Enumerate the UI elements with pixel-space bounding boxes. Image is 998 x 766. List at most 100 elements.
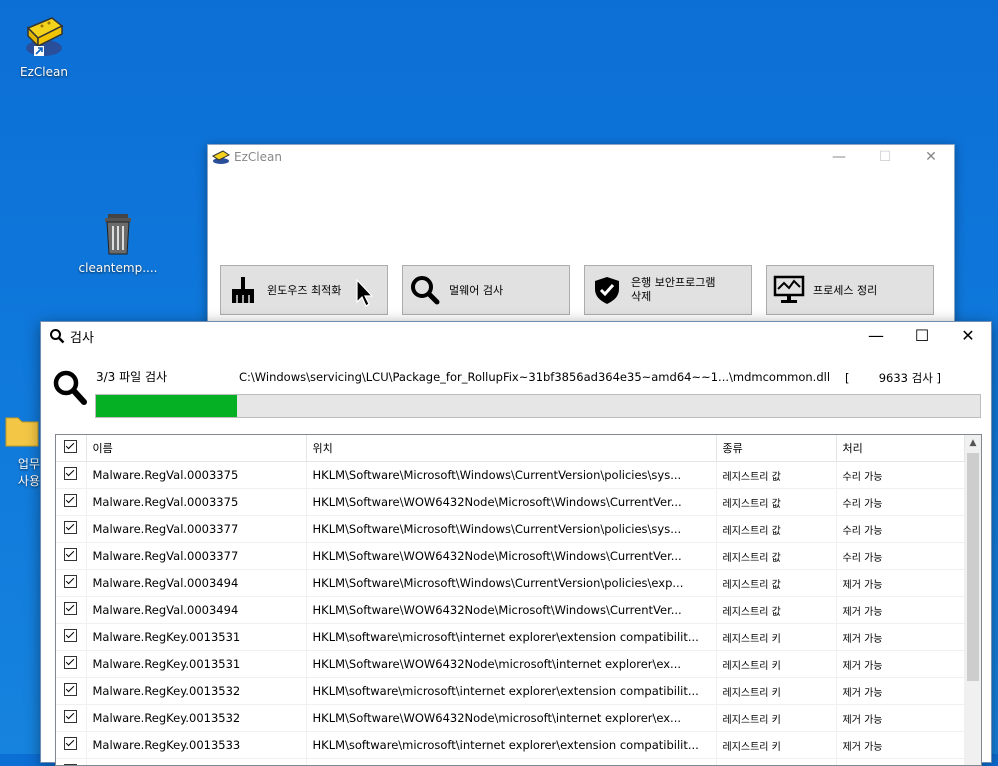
row-location: HKLM\Software\Microsoft\Windows\CurrentV…	[306, 462, 716, 489]
results-list: 이름 위치 종류 처리 Malware.RegVal.0003375HKLM\S…	[55, 434, 982, 766]
scan-titlebar[interactable]: 검사 — ☐ ✕	[41, 322, 991, 350]
broom-icon	[227, 274, 259, 306]
row-name: Malware.RegVal.0003494	[86, 597, 306, 624]
row-type: 레지스트리 키	[716, 651, 836, 678]
row-action: 수리 가능	[836, 462, 964, 489]
scan-magnifier-icon	[53, 370, 87, 406]
malware-scan-label: 멀웨어 검사	[449, 282, 503, 298]
row-checkbox[interactable]	[56, 651, 86, 678]
column-header-location[interactable]: 위치	[306, 435, 716, 462]
minimize-button[interactable]: —	[853, 322, 899, 350]
shield-check-icon	[591, 274, 623, 306]
row-checkbox[interactable]	[56, 678, 86, 705]
main-window-title: EzClean	[234, 150, 282, 164]
table-row[interactable]: Malware.RegVal.0003494HKLM\Software\WOW6…	[56, 597, 964, 624]
row-location: HKLM\software\microsoft\internet explore…	[306, 678, 716, 705]
table-row[interactable]: Malware.RegKey.0013531HKLM\software\micr…	[56, 624, 964, 651]
table-row[interactable]: Malware.RegVal.0003377HKLM\Software\WOW6…	[56, 543, 964, 570]
row-location: HKLM\Software\WOW6432Node\Microsoft\Wind…	[306, 489, 716, 516]
recycle-bin-icon	[100, 210, 136, 256]
vertical-scrollbar[interactable]: ▲	[965, 435, 981, 765]
row-checkbox[interactable]	[56, 597, 86, 624]
row-name: Malware.RegKey.0013533	[86, 732, 306, 759]
bank-security-remove-label: 은행 보안프로그램 삭제	[631, 276, 715, 304]
scanned-count: [ 9633 검사 ]	[845, 370, 941, 386]
row-name: Malware.RegVal.0003494	[86, 570, 306, 597]
ezclean-app-icon	[212, 149, 230, 165]
table-row[interactable]: Malware.RegKey.0013533HKLM\software\micr…	[56, 732, 964, 759]
windows-optimize-button[interactable]: 윈도우즈 최적화	[220, 265, 388, 315]
process-cleanup-button[interactable]: 프로세스 정리	[766, 265, 934, 315]
row-name: Malware.RegVal.0003375	[86, 462, 306, 489]
column-header-name[interactable]: 이름	[86, 435, 306, 462]
row-checkbox[interactable]	[56, 462, 86, 489]
row-action: 제거 가능	[836, 678, 964, 705]
table-row[interactable]: Malware.RegKey.0013531HKLM\Software\WOW6…	[56, 651, 964, 678]
process-cleanup-label: 프로세스 정리	[813, 282, 877, 298]
row-checkbox[interactable]	[56, 543, 86, 570]
scan-status-text: 3/3 파일 검사	[96, 368, 167, 385]
current-file-path: C:\Windows\servicing\LCU\Package_for_Rol…	[239, 370, 830, 384]
table-row[interactable]: Malware.RegKey.0013532HKLM\software\micr…	[56, 678, 964, 705]
row-checkbox[interactable]	[56, 732, 86, 759]
scan-window-title: 검사	[70, 327, 94, 346]
row-name: Malware.RegKey.0013532	[86, 705, 306, 732]
table-row[interactable]: Malware.RegVal.0003377HKLM\Software\Micr…	[56, 516, 964, 543]
search-icon	[49, 328, 65, 344]
desktop-icon-ezclean[interactable]: EzClean	[4, 10, 84, 79]
bank-security-remove-button[interactable]: 은행 보안프로그램 삭제	[584, 265, 752, 315]
close-button[interactable]: ✕	[945, 322, 991, 350]
desktop-icon-label: 업무 사용	[0, 455, 40, 489]
row-checkbox[interactable]	[56, 516, 86, 543]
maximize-button[interactable]: ☐	[862, 145, 908, 169]
row-action: 수리 가능	[836, 489, 964, 516]
row-action: 제거 가능	[836, 624, 964, 651]
table-row[interactable]: Malware.RegVal.0003494HKLM\Software\Micr…	[56, 570, 964, 597]
scrollbar-thumb[interactable]	[967, 453, 979, 681]
row-action: 수리 가능	[836, 516, 964, 543]
row-action: 제거 가능	[836, 651, 964, 678]
row-name: Malware.RegVal.0003375	[86, 489, 306, 516]
row-location: HKLM\Software\WOW6432Node\microsoft\inte…	[306, 705, 716, 732]
row-type: 레지스트리 값	[716, 570, 836, 597]
malware-scan-button[interactable]: 멀웨어 검사	[402, 265, 570, 315]
table-row[interactable]: Malware.RegKey.0013532HKLM\Software\WOW6…	[56, 705, 964, 732]
row-action: 제거 가능	[836, 705, 964, 732]
row-action: 제거 가능	[836, 597, 964, 624]
table-row[interactable]: Malware.RegVal.0003375HKLM\Software\WOW6…	[56, 489, 964, 516]
select-all-checkbox[interactable]	[56, 435, 86, 462]
desktop-icon-cleantemp[interactable]: cleantemp....	[78, 210, 158, 275]
row-checkbox[interactable]	[56, 624, 86, 651]
close-button[interactable]: ✕	[908, 145, 954, 169]
row-checkbox[interactable]	[56, 570, 86, 597]
desktop-icon-label: EzClean	[4, 65, 84, 79]
row-type: 레지스트리 값	[716, 489, 836, 516]
row-action: 수리 가능	[836, 543, 964, 570]
main-titlebar[interactable]: EzClean — ☐ ✕	[208, 145, 954, 169]
table-header-row: 이름 위치 종류 처리	[56, 435, 964, 462]
table-row[interactable]: Malware.RegKey.0013533HKLM\Software\WOW6…	[56, 759, 964, 766]
row-checkbox[interactable]	[56, 489, 86, 516]
folder-icon	[4, 410, 40, 450]
scan-progress-bar	[95, 394, 981, 418]
table-row[interactable]: Malware.RegVal.0003375HKLM\Software\Micr…	[56, 462, 964, 489]
column-header-action[interactable]: 처리	[836, 435, 964, 462]
windows-optimize-label: 윈도우즈 최적화	[267, 282, 341, 298]
column-header-type[interactable]: 종류	[716, 435, 836, 462]
scroll-up-icon[interactable]: ▲	[965, 435, 981, 451]
desktop-icon-folder[interactable]: 업무 사용	[0, 410, 40, 489]
scan-progress-fill	[96, 395, 237, 417]
row-name: Malware.RegKey.0013533	[86, 759, 306, 766]
row-type: 레지스트리 키	[716, 678, 836, 705]
monitor-chart-icon	[773, 274, 805, 306]
maximize-button[interactable]: ☐	[899, 322, 945, 350]
desktop-icon-label: cleantemp....	[78, 261, 158, 275]
row-location: HKLM\Software\WOW6432Node\Microsoft\Wind…	[306, 597, 716, 624]
row-checkbox[interactable]	[56, 759, 86, 766]
mouse-cursor-icon	[355, 278, 375, 308]
row-type: 레지스트리 값	[716, 543, 836, 570]
row-checkbox[interactable]	[56, 705, 86, 732]
row-location: HKLM\Software\Microsoft\Windows\CurrentV…	[306, 516, 716, 543]
row-action: 제거 가능	[836, 759, 964, 766]
minimize-button[interactable]: —	[816, 145, 862, 169]
